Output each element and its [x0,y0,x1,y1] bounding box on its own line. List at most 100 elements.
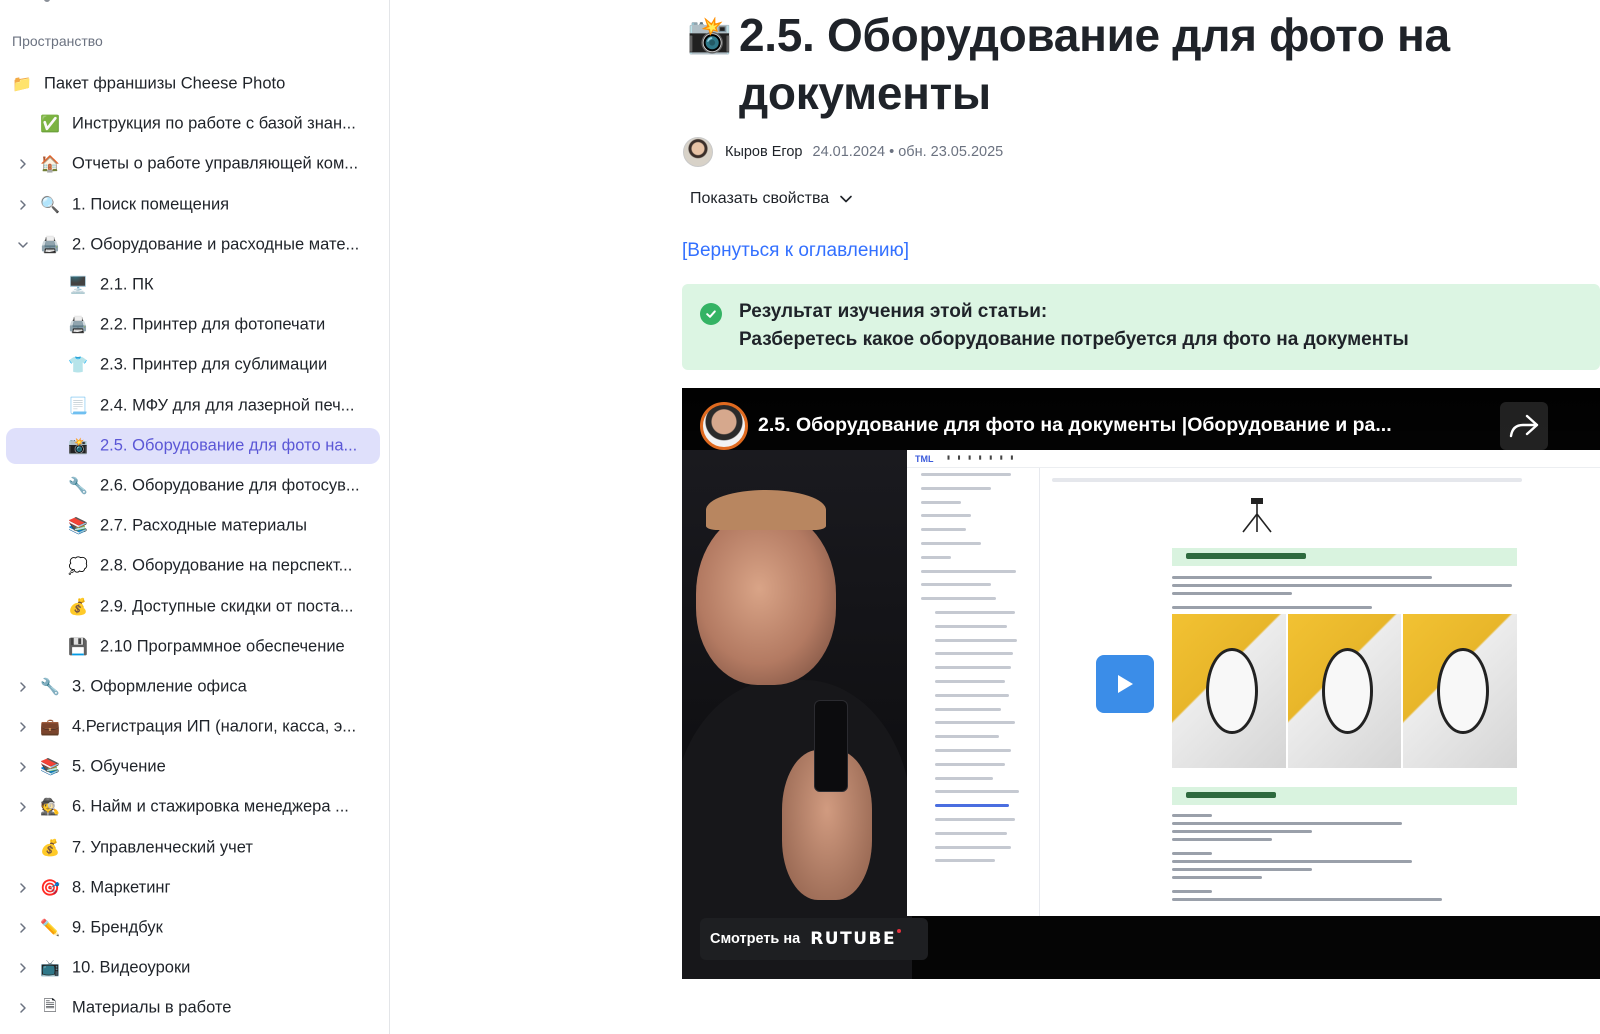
rutube-logo: RUTUBE [810,929,902,949]
chevron-right-icon[interactable] [16,720,30,734]
chevron-right-icon[interactable] [16,198,30,212]
target-icon: 🎯 [40,879,60,897]
document-icon: 🗎 [43,997,57,1015]
chevron-right-icon[interactable] [16,961,30,975]
author-avatar[interactable] [683,137,713,167]
chevron-right-icon[interactable] [16,157,30,171]
sidebar-item[interactable]: 👕 2.3. Принтер для сублимации [0,345,389,385]
sidebar-item-label: 2.6. Оборудование для фотосув... [100,476,360,495]
share-arrow-icon [1509,414,1539,438]
sidebar-item[interactable]: 🖨️ 2. Оборудование и расходные мате... [0,225,389,265]
sidebar-item-label: 2.5. Оборудование для фото на... [100,436,358,455]
video-title[interactable]: 2.5. Оборудование для фото на документы … [758,414,1392,437]
camera-flash-icon: 📸 [68,437,88,455]
chevron-down-icon [840,195,852,203]
scanner-icon: 📃 [68,397,88,415]
sidebar-item-label: 2.8. Оборудование на перспект... [100,556,353,575]
sidebar-item-label: 2.2. Принтер для фотопечати [100,315,326,334]
sidebar-tree: 📁 Пакет франшизы Cheese Photo ✅ Инструкция … [0,64,389,1029]
money-bag-icon: 💰 [68,598,88,616]
sidebar-item[interactable]: 📃 2.4. МФУ для для лазерной печ... [0,386,389,426]
camera-flash-icon: 📸 [687,14,732,55]
video-presenter [682,450,912,979]
briefcase-icon: 💼 [40,719,60,737]
watch-on-rutube-button[interactable]: Смотреть на RUTUBE [700,918,928,960]
chevron-right-icon[interactable] [16,680,30,694]
sidebar-item[interactable]: 💭 2.8. Оборудование на перспект... [0,546,389,586]
folder-icon: 📁 [12,76,32,94]
scroll-indicator [44,0,50,2]
author-name[interactable]: Кыров Егор [725,144,803,160]
sidebar-item-label: 2. Оборудование и расходные мате... [72,235,360,254]
floppy-disk-icon: 💾 [68,638,88,656]
sidebar-item-label: 4.Регистрация ИП (налоги, касса, э... [72,717,357,736]
sidebar-item[interactable]: 💰 7. Управленческий учет [0,828,389,868]
pencil-icon: ✏️ [40,920,60,938]
chevron-right-icon[interactable] [16,921,30,935]
sidebar-item-label: Материалы в работе [72,998,232,1017]
chevron-right-icon[interactable] [16,760,30,774]
house-icon: 🏠 [40,156,60,174]
wrench-icon: 🔧 [40,678,60,696]
play-button[interactable] [1096,655,1154,713]
sidebar-item[interactable]: 🕵️ 6. Найм и стажировка менеджера ... [0,787,389,827]
sidebar-item-label: 6. Найм и стажировка менеджера ... [72,797,349,816]
sidebar-item-label: 1. Поиск помещения [72,195,230,214]
sidebar-item[interactable]: 🏠 Отчеты о работе управляющей ком... [0,144,389,184]
callout-heading: Результат изучения этой статьи: [739,301,1048,322]
result-callout: Результат изучения этой статьи: Разберет… [682,284,1600,370]
sidebar-item-label: Пакет франшизы Cheese Photo [44,74,286,93]
monitor-icon: 🖥️ [68,277,88,295]
video-screen-capture: TML ▮ ▮ ▮ ▮ ▮ ▮ ▮ [907,450,1600,916]
sidebar-item-label: Отчеты о работе управляющей ком... [72,154,359,173]
share-button[interactable] [1500,402,1548,450]
callout-text: Разберетесь какое оборудование потребует… [739,329,1409,350]
page-title: 2.5. Оборудование для фото на документы [739,9,1450,119]
sidebar-item[interactable]: 📺 10. Видеоуроки [0,948,389,988]
sidebar-item-label: Инструкция по работе с базой знан... [72,114,356,133]
books-icon: 📚 [40,759,60,777]
sidebar-item[interactable]: 💾 2.10 Программное обеспечение [0,627,389,667]
channel-avatar[interactable] [700,402,748,450]
sidebar-item[interactable]: 🎯 8. Маркетинг [0,868,389,908]
chevron-right-icon[interactable] [16,881,30,895]
chevron-right-icon[interactable] [16,800,30,814]
sidebar-item-label: 8. Маркетинг [72,878,171,897]
back-to-contents-link[interactable]: [Вернуться к оглавлению] [682,240,909,262]
tv-icon: 📺 [40,960,60,978]
sidebar-item[interactable]: 🔧 3. Оформление офиса [0,667,389,707]
sidebar-item-label: 2.7. Расходные материалы [100,516,307,535]
sidebar-item-label: 2.3. Принтер для сублимации [100,355,328,374]
play-icon [1118,675,1133,693]
video-header: 2.5. Оборудование для фото на документы … [682,388,1600,450]
sidebar-item[interactable]: 🔧 2.6. Оборудование для фотосув... [0,466,389,506]
sidebar: Пространство 📁 Пакет франшизы Cheese Phot… [0,0,390,1034]
sidebar-item[interactable]: 🖥️ 2.1. ПК [0,265,389,305]
video-player[interactable]: TML ▮ ▮ ▮ ▮ ▮ ▮ ▮ 2.5. Оборудование для … [682,388,1600,979]
show-properties-label: Показать свойства [690,190,830,207]
detective-icon: 🕵️ [40,799,60,817]
sidebar-item-label: 9. Брендбук [72,918,163,937]
sidebar-item[interactable]: 📸 2.5. Оборудование для фото на... [0,426,389,466]
sidebar-item[interactable]: 📚 2.7. Расходные материалы [0,506,389,546]
sidebar-item[interactable]: 🖨️ 2.2. Принтер для фотопечати [0,305,389,345]
shirt-icon: 👕 [68,357,88,375]
chevron-right-icon[interactable] [16,1001,30,1015]
sidebar-item[interactable]: 💼 4.Регистрация ИП (налоги, касса, э... [0,707,389,747]
watch-on-label: Смотреть на [710,931,801,947]
sidebar-item[interactable]: 🔍 1. Поиск помещения [0,185,389,225]
magnifier-icon: 🔍 [40,196,60,214]
show-properties-toggle[interactable]: Показать свойства [690,190,853,208]
sidebar-item[interactable]: 🗎 Материалы в работе [0,988,389,1028]
chevron-down-icon[interactable] [16,238,30,252]
sidebar-item[interactable]: 💰 2.9. Доступные скидки от поста... [0,586,389,626]
sidebar-item[interactable]: ✏️ 9. Брендбук [0,908,389,948]
sidebar-item-label: 2.4. МФУ для для лазерной печ... [100,396,355,415]
sidebar-item[interactable]: ✅ Инструкция по работе с базой знан... [0,104,389,144]
printer-icon: 🖨️ [40,236,60,254]
sidebar-item[interactable]: 📚 5. Обучение [0,747,389,787]
check-mark-icon: ✅ [40,116,60,134]
sidebar-item-label: 7. Управленческий учет [72,838,253,857]
sidebar-item[interactable]: 📁 Пакет франшизы Cheese Photo [0,64,389,104]
article-dates: 24.01.2024 • обн. 23.05.2025 [812,144,1004,160]
